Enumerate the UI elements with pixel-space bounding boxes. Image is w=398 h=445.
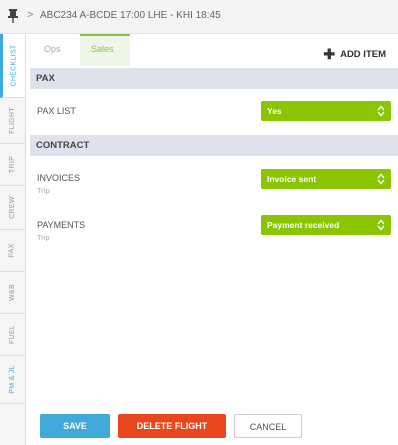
delete-flight-button[interactable]: DELETE FLIGHT [118,414,226,438]
invoices-select[interactable]: Invoice sent [261,169,391,189]
flight-title: ABC234 A-BCDE 17:00 LHE - KHI 18:45 [40,10,221,21]
add-item-button[interactable]: ✚ ADD ITEM [323,44,386,62]
side-tab-pax[interactable]: PAX [0,230,25,272]
add-item-label: ADD ITEM [340,49,386,60]
pax-list-label: PAX LIST [37,106,76,116]
side-tab-bar: CHECKLIST FLIGHT TRIP CREW PAX W&B FUEL … [0,34,26,445]
tab-ops[interactable]: Ops [44,44,61,54]
side-tab-pm-jl[interactable]: PM & JL [0,356,25,404]
flight-header: > ABC234 A-BCDE 17:00 LHE - KHI 18:45 [0,0,398,34]
invoices-sublabel: Trip [37,186,50,195]
section-header-contract: CONTRACT [30,135,398,156]
side-tab-label: TRIP [9,155,16,174]
side-tab-label: FLIGHT [9,107,17,134]
side-tab-label: W&B [8,284,16,301]
select-caret-icon [377,105,385,117]
pax-list-value: Yes [267,106,282,116]
pax-list-select[interactable]: Yes [261,101,391,121]
tab-sales[interactable]: Sales [91,44,114,54]
payments-select[interactable]: Payment received [261,215,391,235]
payments-value: Payment received [267,220,340,230]
side-tab-label: FUEL [9,324,16,345]
plus-icon: ✚ [323,46,336,62]
side-tab-fuel[interactable]: FUEL [0,314,25,356]
breadcrumb-chevron-icon: > [27,9,34,21]
payments-label: PAYMENTS [37,220,86,230]
pin-icon[interactable] [7,9,19,23]
side-tab-wb[interactable]: W&B [0,272,25,314]
cancel-button[interactable]: CANCEL [234,414,302,438]
side-tab-checklist[interactable]: CHECKLIST [0,34,25,98]
side-tab-trip[interactable]: TRIP [0,144,25,186]
section-header-pax: PAX [30,68,398,89]
invoices-label: INVOICES [37,173,81,183]
side-tab-label: PM & JL [9,365,16,394]
payments-sublabel: Trip [37,233,50,242]
checklist-panel: Ops Sales ✚ ADD ITEM PAX PAX LIST Yes CON… [30,34,398,445]
select-caret-icon [377,219,385,231]
side-tab-crew[interactable]: CREW [0,186,25,230]
select-caret-icon [377,173,385,185]
checklist-tabs: Ops Sales ✚ ADD ITEM [30,34,398,66]
invoices-value: Invoice sent [267,174,317,184]
side-tab-label: CREW [9,196,16,219]
side-tab-label: PAX [8,243,16,258]
side-tab-flight[interactable]: FLIGHT [0,98,25,144]
side-tab-label: CHECKLIST [10,44,18,87]
save-button[interactable]: SAVE [40,414,110,438]
